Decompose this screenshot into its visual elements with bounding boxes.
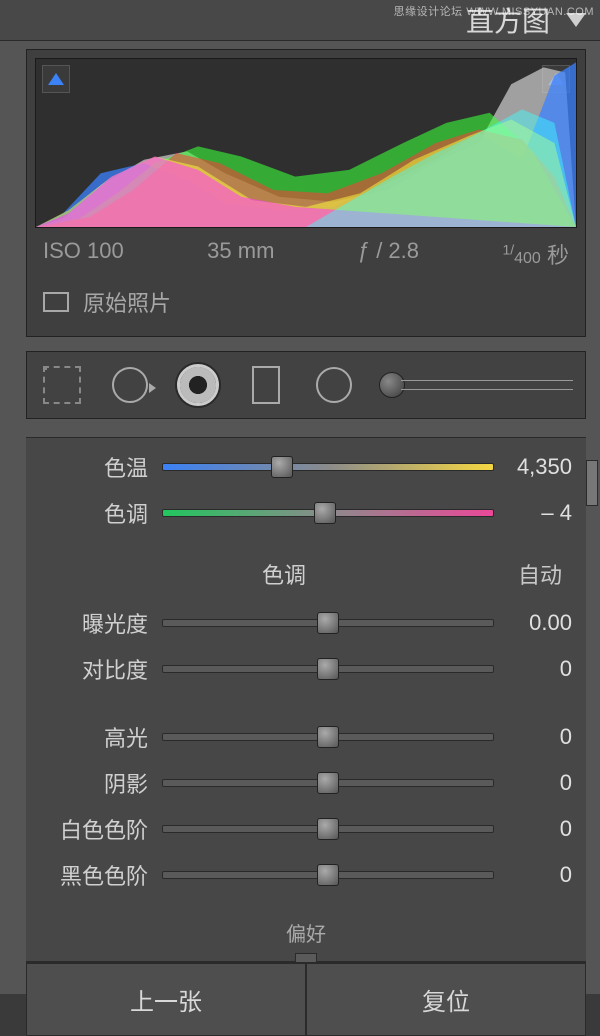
shadows-thumb[interactable] bbox=[317, 772, 339, 794]
exposure-label: 曝光度 bbox=[40, 607, 158, 639]
original-photo-row[interactable]: 原始照片 bbox=[35, 274, 577, 328]
exposure-value[interactable]: 0.00 bbox=[498, 610, 572, 636]
tone-header: 色调 自动 bbox=[26, 540, 586, 596]
highlights-label: 高光 bbox=[40, 721, 158, 753]
nav-row: 上一张 复位 bbox=[26, 961, 586, 1036]
temp-thumb[interactable] bbox=[271, 456, 293, 478]
presence-section-label: 偏好 bbox=[26, 902, 586, 951]
nav-grip-icon[interactable] bbox=[295, 953, 317, 963]
highlights-thumb[interactable] bbox=[317, 726, 339, 748]
exif-iso: ISO 100 bbox=[43, 238, 124, 270]
whites-thumb[interactable] bbox=[317, 818, 339, 840]
basic-panel: 色温 4,350 色调 – 4 色调 自动 曝光度 0.00 对比度 0 bbox=[26, 437, 586, 961]
blacks-row: 黑色色阶 0 bbox=[26, 856, 586, 894]
redeye-tool[interactable] bbox=[175, 362, 221, 408]
tint-thumb[interactable] bbox=[314, 502, 336, 524]
temp-value[interactable]: 4,350 bbox=[498, 454, 572, 480]
tint-label: 色调 bbox=[40, 497, 158, 529]
exif-aperture: ƒ / 2.8 bbox=[358, 238, 419, 270]
blacks-label: 黑色色阶 bbox=[40, 859, 158, 891]
crop-tool[interactable] bbox=[39, 362, 85, 408]
spot-removal-tool[interactable] bbox=[107, 362, 153, 408]
tint-slider-row: 色调 – 4 bbox=[26, 494, 586, 532]
tint-slider[interactable] bbox=[162, 509, 494, 517]
brush-track-icon bbox=[401, 380, 573, 390]
blacks-thumb[interactable] bbox=[317, 864, 339, 886]
contrast-row: 对比度 0 bbox=[26, 650, 586, 688]
contrast-value[interactable]: 0 bbox=[498, 656, 572, 682]
whites-value[interactable]: 0 bbox=[498, 816, 572, 842]
blacks-slider[interactable] bbox=[162, 871, 494, 879]
watermark-text: 思缘设计论坛 WWW.MISSYUAN.COM bbox=[394, 3, 594, 19]
adjustment-brush-tool[interactable] bbox=[379, 372, 573, 398]
highlights-row: 高光 0 bbox=[26, 718, 586, 756]
exposure-row: 曝光度 0.00 bbox=[26, 604, 586, 642]
reset-button[interactable]: 复位 bbox=[306, 963, 586, 1036]
radial-filter-tool[interactable] bbox=[311, 362, 357, 408]
whites-row: 白色色阶 0 bbox=[26, 810, 586, 848]
temp-slider-row: 色温 4,350 bbox=[26, 448, 586, 486]
shadows-label: 阴影 bbox=[40, 767, 158, 799]
original-label: 原始照片 bbox=[83, 286, 171, 318]
highlights-slider[interactable] bbox=[162, 733, 494, 741]
tool-strip bbox=[26, 351, 586, 419]
contrast-thumb[interactable] bbox=[317, 658, 339, 680]
whites-label: 白色色阶 bbox=[40, 813, 158, 845]
whites-slider[interactable] bbox=[162, 825, 494, 833]
temp-label: 色温 bbox=[40, 451, 158, 483]
auto-tone-button[interactable]: 自动 bbox=[518, 558, 562, 590]
exif-focal: 35 mm bbox=[207, 238, 274, 270]
original-icon bbox=[43, 292, 69, 312]
temp-slider[interactable] bbox=[162, 463, 494, 471]
previous-button[interactable]: 上一张 bbox=[26, 963, 306, 1036]
shadows-value[interactable]: 0 bbox=[498, 770, 572, 796]
histogram-svg bbox=[36, 59, 576, 227]
graduated-filter-tool[interactable] bbox=[243, 362, 289, 408]
histogram-panel: ISO 100 35 mm ƒ / 2.8 1/400 秒 原始照片 bbox=[26, 49, 586, 337]
shadows-row: 阴影 0 bbox=[26, 764, 586, 802]
exif-shutter: 1/400 秒 bbox=[502, 238, 569, 270]
scrollbar-thumb[interactable] bbox=[586, 460, 598, 506]
tint-value[interactable]: – 4 bbox=[498, 500, 572, 526]
blacks-value[interactable]: 0 bbox=[498, 862, 572, 888]
tone-section-label: 色调 bbox=[50, 558, 518, 590]
exposure-thumb[interactable] bbox=[317, 612, 339, 634]
contrast-slider[interactable] bbox=[162, 665, 494, 673]
histogram-chart[interactable] bbox=[35, 58, 577, 228]
highlights-value[interactable]: 0 bbox=[498, 724, 572, 750]
contrast-label: 对比度 bbox=[40, 653, 158, 685]
exif-row: ISO 100 35 mm ƒ / 2.8 1/400 秒 bbox=[35, 228, 577, 274]
shadows-slider[interactable] bbox=[162, 779, 494, 787]
exposure-slider[interactable] bbox=[162, 619, 494, 627]
